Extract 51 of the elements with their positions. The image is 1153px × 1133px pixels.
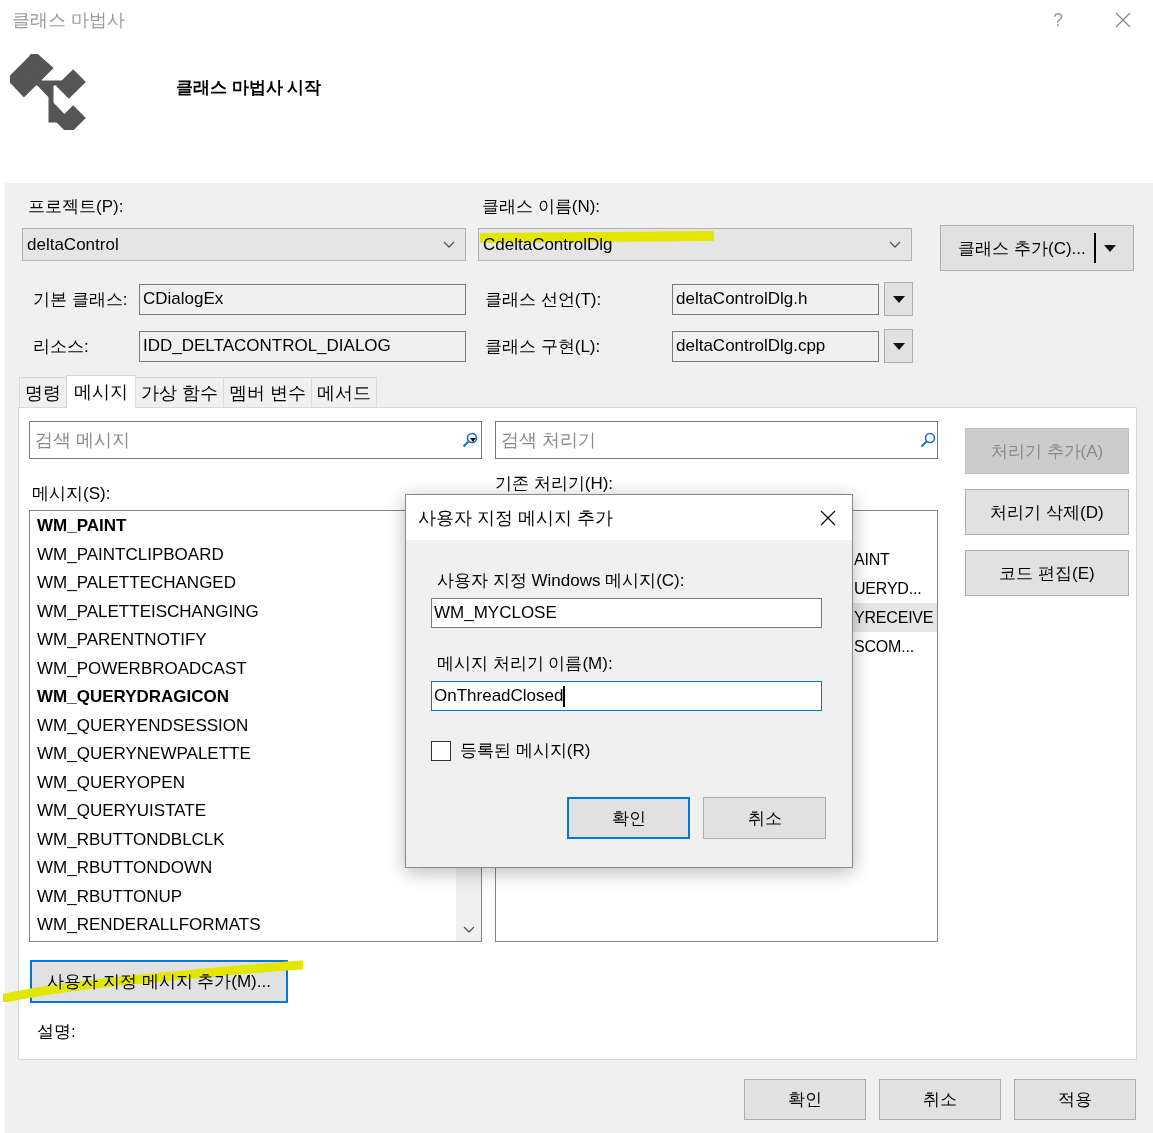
input-field[interactable]: OnThreadClosed	[431, 681, 822, 711]
project-dropdown[interactable]: deltaControl	[22, 228, 466, 261]
close-icon[interactable]	[820, 509, 836, 526]
dropdown-button[interactable]	[884, 329, 913, 363]
dialog-button[interactable]: 취소	[879, 1079, 1001, 1120]
field-label: 클래스 이름(N):	[481, 195, 601, 218]
search-icon	[462, 432, 478, 448]
tab[interactable]: 메시지	[66, 375, 136, 408]
text-field[interactable]: deltaControlDlg.cpp	[672, 330, 879, 362]
caret-down-icon	[1103, 244, 1116, 252]
dialog-button[interactable]: 확인	[744, 1079, 866, 1120]
dialog-button[interactable]: 적용	[1014, 1079, 1136, 1120]
window-title: 클래스 마법사	[12, 9, 126, 32]
field-label: 리소스:	[32, 335, 90, 358]
caret-down-icon	[892, 342, 905, 350]
tab[interactable]: 메서드	[311, 377, 378, 407]
checkbox[interactable]	[431, 740, 451, 761]
chevron-down-icon	[462, 926, 475, 933]
text-field[interactable]: deltaControlDlg.h	[672, 283, 879, 315]
chevron-down-icon	[889, 241, 901, 248]
handler-button[interactable]: 코드 편집(E)	[965, 550, 1129, 596]
list-label: 기존 처리기(H):	[495, 472, 614, 495]
dialog-button[interactable]: 확인	[567, 797, 690, 839]
chevron-down-icon	[443, 241, 455, 248]
list-item[interactable]: WM_RBUTTONUP	[30, 882, 456, 911]
field-label: 클래스 선언(T):	[484, 288, 603, 311]
list-item[interactable]: WM_RENDERALLFORMATS	[30, 911, 456, 940]
description-label: 설명:	[37, 1021, 76, 1043]
list-label: 메시지(S):	[31, 482, 112, 505]
field-label: 클래스 구현(L):	[484, 335, 602, 358]
flowchart-icon	[10, 54, 86, 130]
input-field[interactable]: WM_MYCLOSE	[431, 598, 822, 628]
add-class-button[interactable]: 클래스 추가(C)...	[940, 225, 1134, 271]
wizard-heading: 클래스 마법사 시작	[176, 77, 322, 99]
field-label: 메시지 처리기 이름(M):	[437, 653, 614, 675]
search-field[interactable]: 검색 처리기	[495, 421, 938, 459]
field-label: 기본 클래스:	[32, 288, 129, 311]
dialog-title: 사용자 지정 메시지 추가	[418, 506, 613, 530]
field-label: 프로젝트(P):	[27, 195, 125, 218]
dropdown-button[interactable]	[884, 282, 913, 316]
caret-down-icon	[892, 295, 905, 303]
caret-down-icon	[470, 438, 476, 442]
text-field[interactable]: IDD_DELTACONTROL_DIALOG	[139, 330, 466, 362]
handler-button[interactable]: 처리기 삭제(D)	[965, 489, 1129, 535]
tab[interactable]: 명령	[19, 377, 67, 407]
dialog-button[interactable]: 취소	[703, 797, 826, 839]
checkbox-label: 등록된 메시지(R)	[460, 740, 591, 762]
text-field[interactable]: CDialogEx	[139, 283, 466, 315]
field-label: 사용자 지정 Windows 메시지(C):	[437, 570, 686, 592]
search-field[interactable]: 검색 메시지	[29, 421, 482, 459]
search-icon	[920, 432, 936, 448]
